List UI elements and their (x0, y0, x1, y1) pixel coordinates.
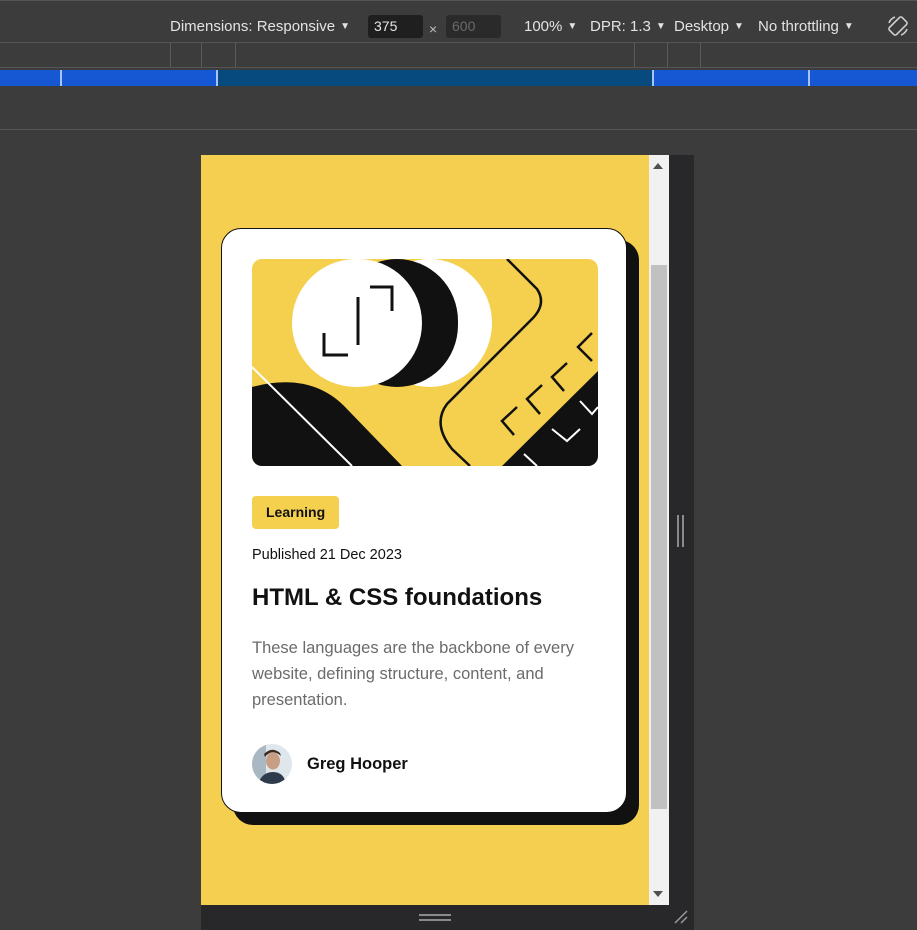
ruler-row (0, 42, 917, 68)
zoom-dropdown[interactable]: 100% ▼ (524, 18, 577, 36)
avatar (252, 744, 292, 784)
width-input[interactable]: 375 (368, 15, 423, 38)
throttling-label: No throttling (758, 18, 839, 35)
author: Greg Hooper (252, 744, 408, 784)
chevron-down-icon: ▼ (843, 21, 854, 32)
scroll-down-arrow-icon[interactable] (653, 891, 663, 897)
chevron-down-icon: ▼ (340, 21, 350, 32)
media-query-divider (60, 70, 62, 86)
zoom-label: 100% (524, 18, 563, 35)
throttling-dropdown[interactable]: No throttling ▼ (758, 18, 854, 36)
blog-card[interactable]: Learning Published 21 Dec 2023 HTML & CS… (221, 228, 627, 813)
vertical-scrollbar[interactable] (649, 155, 669, 905)
ruler-tick (634, 43, 635, 67)
chevron-down-icon: ▼ (734, 21, 744, 32)
chevron-down-icon: ▼ (567, 21, 578, 32)
chevron-down-icon: ▼ (655, 21, 666, 32)
scrollbar-thumb[interactable] (651, 265, 667, 809)
device-mode-label: Desktop (674, 18, 730, 35)
published-date: Published 21 Dec 2023 (252, 547, 402, 563)
dpr-label: DPR: 1.3 (590, 18, 651, 35)
right-resize-gutter (669, 155, 694, 905)
card-title[interactable]: HTML & CSS foundations (252, 584, 542, 612)
scroll-up-arrow-icon[interactable] (653, 163, 663, 169)
author-name: Greg Hooper (307, 754, 408, 773)
media-query-divider (808, 70, 810, 86)
media-query-bar[interactable] (0, 70, 917, 86)
ruler-tick (170, 43, 171, 67)
bottom-resize-gutter (201, 905, 694, 930)
media-query-divider (216, 70, 218, 86)
card-description: These languages are the backbone of ever… (252, 639, 574, 709)
device-mode-dropdown[interactable]: Desktop ▼ (674, 18, 744, 36)
ruler-tick (235, 43, 236, 67)
device-viewport: Learning Published 21 Dec 2023 HTML & CS… (201, 155, 669, 905)
times-symbol: × (429, 21, 438, 37)
ruler-strip (0, 86, 917, 130)
rotate-icon[interactable] (886, 14, 910, 38)
ruler-tick (667, 43, 668, 67)
ruler-tick (201, 43, 202, 67)
corner-resize-icon[interactable] (673, 909, 689, 925)
media-query-segment[interactable] (218, 70, 652, 86)
ruler-tick (700, 43, 701, 67)
media-query-divider (652, 70, 654, 86)
width-resize-handle[interactable] (677, 515, 684, 547)
category-tag: Learning (252, 496, 340, 529)
dimensions-label: Dimensions: Responsive (170, 18, 336, 35)
dimensions-dropdown[interactable]: Dimensions: Responsive ▼ (170, 18, 350, 36)
height-input[interactable]: 600 (446, 15, 501, 38)
height-resize-handle[interactable] (419, 914, 451, 921)
dpr-dropdown[interactable]: DPR: 1.3 ▼ (590, 18, 666, 36)
card-illustration (252, 259, 598, 466)
